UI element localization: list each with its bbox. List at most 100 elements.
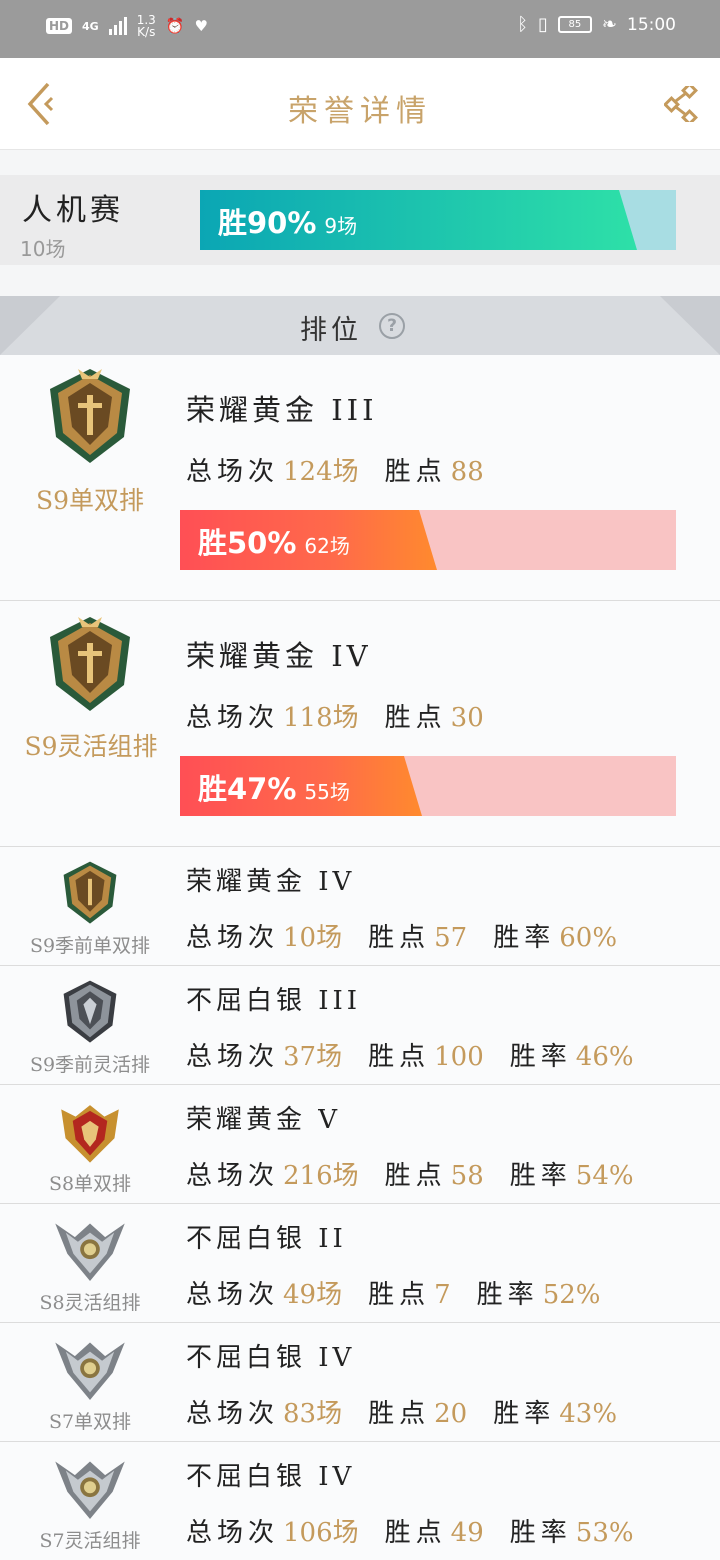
network-speed: 1.3 K/s bbox=[137, 14, 156, 38]
gold-emblem-icon bbox=[50, 617, 130, 711]
win-pct: 胜50% bbox=[198, 526, 297, 560]
ranked-row[interactable]: S9季前单双排 荣耀黄金 IV 总场次 10场 胜点 57 胜率 60% bbox=[0, 847, 720, 966]
clock: 15:00 bbox=[627, 14, 676, 35]
lp-label: 胜点 bbox=[384, 1161, 447, 1191]
ranked-row[interactable]: S7单双排 不屈白银 IV 总场次 83场 胜点 20 胜率 43% bbox=[0, 1323, 720, 1442]
total-value: 10场 bbox=[283, 923, 343, 953]
ranked-row[interactable]: S9季前灵活排 不屈白银 III 总场次 37场 胜点 100 胜率 46% bbox=[0, 966, 720, 1085]
lp-value: 49 bbox=[450, 1518, 484, 1548]
ranked-section-header: 排位 bbox=[0, 296, 720, 355]
queue-name: S7单双排 bbox=[48, 1411, 132, 1433]
network-type: 4G bbox=[82, 19, 99, 33]
queue-name: S7灵活组排 bbox=[39, 1530, 141, 1552]
silver-emblem-icon bbox=[63, 980, 117, 1043]
winrate-value: 52% bbox=[542, 1280, 601, 1310]
winrate-label: 胜率 bbox=[509, 1042, 572, 1072]
winrate-label: 胜率 bbox=[493, 1399, 556, 1429]
total-label: 总场次 bbox=[186, 923, 280, 953]
winrate-bar: 胜47% 55场 bbox=[180, 756, 676, 816]
bot-winrate-bar: 胜90% 9场 bbox=[200, 190, 676, 250]
silver-emblem-icon bbox=[55, 1461, 125, 1519]
lp-value: 57 bbox=[434, 923, 468, 953]
ranked-row[interactable]: S8灵活组排 不屈白银 II 总场次 49场 胜点 7 胜率 52% bbox=[0, 1204, 720, 1323]
winrate-value: 43% bbox=[559, 1399, 618, 1429]
signal-icon bbox=[108, 17, 127, 35]
lp-label: 胜点 bbox=[368, 1042, 431, 1072]
lp-value: 20 bbox=[434, 1399, 468, 1429]
bot-match-row[interactable]: 人机赛 10场 胜90% 9场 bbox=[0, 175, 720, 265]
ranked-row[interactable]: S8单双排 荣耀黄金 V 总场次 216场 胜点 58 胜率 54% bbox=[0, 1085, 720, 1204]
lp-value: 58 bbox=[450, 1161, 484, 1191]
total-label: 总场次 bbox=[186, 1518, 280, 1548]
stats-line: 总场次 10场 胜点 57 胜率 60% bbox=[186, 917, 643, 954]
section-left-decoration bbox=[0, 296, 60, 355]
total-label: 总场次 bbox=[186, 1042, 280, 1072]
lp-label: 胜点 bbox=[368, 1280, 431, 1310]
help-icon[interactable]: ? bbox=[379, 313, 405, 339]
lp-label: 胜点 bbox=[368, 923, 431, 953]
lp-label: 胜点 bbox=[384, 1518, 447, 1548]
total-value: 118场 bbox=[283, 703, 359, 733]
app-header: 荣誉详情 bbox=[0, 58, 720, 150]
section-right-decoration bbox=[660, 296, 720, 355]
bot-match-name: 人机赛 bbox=[22, 193, 124, 228]
lp-value: 88 bbox=[450, 457, 484, 487]
hd-icon: HD bbox=[46, 18, 73, 34]
win-pct: 胜47% bbox=[198, 772, 297, 806]
winrate-text: 胜50% 62场 bbox=[198, 520, 350, 562]
total-value: 124场 bbox=[283, 457, 359, 487]
stats-line: 总场次 37场 胜点 100 胜率 46% bbox=[186, 1036, 660, 1073]
silver-emblem-icon bbox=[55, 1342, 125, 1400]
page-title: 荣誉详情 bbox=[288, 94, 432, 129]
tier-name: 不屈白银 II bbox=[186, 1224, 347, 1254]
vibrate-icon: ▯ bbox=[538, 14, 548, 35]
total-label: 总场次 bbox=[186, 1280, 280, 1310]
bot-winrate-text: 胜90% 9场 bbox=[218, 200, 357, 242]
win-count: 62场 bbox=[304, 534, 350, 558]
leaf-icon: ❧ bbox=[601, 14, 617, 35]
total-value: 49场 bbox=[283, 1280, 343, 1310]
queue-name: S9季前灵活排 bbox=[29, 1054, 151, 1076]
queue-name: S9单双排 bbox=[35, 486, 145, 515]
battery-icon: 85 bbox=[557, 16, 592, 33]
silver-emblem-icon bbox=[55, 1223, 125, 1281]
winrate-value: 53% bbox=[575, 1518, 634, 1548]
tier-name: 荣耀黄金 IV bbox=[186, 867, 356, 897]
share-icon[interactable] bbox=[664, 86, 698, 122]
status-bar: HD 4G 1.3 K/s ⏰ ♥ ᛒ ▯ 85 ❧ 15:00 bbox=[0, 0, 720, 58]
tier-name: 不屈白银 IV bbox=[186, 1462, 356, 1492]
bot-wins: 9场 bbox=[324, 214, 358, 238]
stats-line: 总场次 49场 胜点 7 胜率 52% bbox=[186, 1274, 626, 1311]
ranked-row[interactable]: S9灵活组排 荣耀黄金 IV 总场次 118场 胜点 30 胜47% 55场 bbox=[0, 601, 720, 847]
total-value: 106场 bbox=[283, 1518, 359, 1548]
total-value: 216场 bbox=[283, 1161, 359, 1191]
lp-label: 胜点 bbox=[368, 1399, 431, 1429]
total-label: 总场次 bbox=[186, 703, 280, 733]
alarm-icon: ⏰ bbox=[165, 17, 185, 35]
gold-emblem-icon bbox=[63, 861, 117, 924]
total-label: 总场次 bbox=[186, 457, 280, 487]
bot-win-pct: 胜90% bbox=[218, 206, 317, 240]
win-count: 55场 bbox=[304, 780, 350, 804]
stats-line: 总场次 118场 胜点 30 bbox=[186, 697, 510, 734]
winrate-text: 胜47% 55场 bbox=[198, 766, 350, 808]
lp-label: 胜点 bbox=[384, 457, 447, 487]
winrate-label: 胜率 bbox=[493, 923, 556, 953]
total-value: 83场 bbox=[283, 1399, 343, 1429]
stats-line: 总场次 83场 胜点 20 胜率 43% bbox=[186, 1393, 643, 1430]
bluetooth-icon: ᛒ bbox=[517, 14, 528, 35]
winrate-value: 60% bbox=[559, 923, 618, 953]
winrate-value: 54% bbox=[575, 1161, 634, 1191]
lp-label: 胜点 bbox=[384, 703, 447, 733]
health-icon: ♥ bbox=[194, 17, 208, 35]
ranked-row[interactable]: S9单双排 荣耀黄金 III 总场次 124场 胜点 88 胜50% 62场 bbox=[0, 355, 720, 601]
stats-line: 总场次 124场 胜点 88 bbox=[186, 451, 510, 488]
section-title: 排位 bbox=[300, 315, 362, 346]
tier-name: 不屈白银 IV bbox=[186, 1343, 356, 1373]
winrate-label: 胜率 bbox=[509, 1518, 572, 1548]
total-value: 37场 bbox=[283, 1042, 343, 1072]
ranked-row[interactable]: S7灵活组排 不屈白银 IV 总场次 106场 胜点 49 胜率 53% bbox=[0, 1442, 720, 1560]
total-label: 总场次 bbox=[186, 1399, 280, 1429]
tier-name: 不屈白银 III bbox=[186, 986, 362, 1016]
stats-line: 总场次 106场 胜点 49 胜率 53% bbox=[186, 1512, 660, 1549]
